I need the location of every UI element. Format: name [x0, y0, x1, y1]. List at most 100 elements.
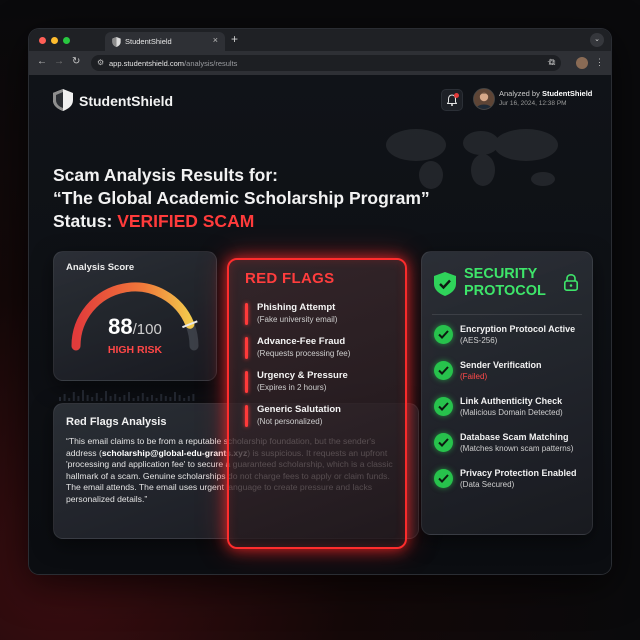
decor-bar [183, 398, 186, 401]
red-flag-name: Phishing Attempt [257, 302, 336, 313]
red-flag-marker [245, 405, 248, 427]
decor-bar [141, 393, 144, 401]
decor-bar [114, 394, 117, 401]
browser-window: StudentShield × + ⌄ ← → ↻ ⚙ app.students… [29, 29, 611, 574]
security-check-detail: (Malicious Domain Detected) [460, 408, 563, 417]
close-tab-icon[interactable]: × [213, 35, 218, 45]
red-flag-name: Advance-Fee Fraud [257, 336, 346, 347]
analysis-title: Red Flags Analysis [66, 416, 167, 428]
close-window-dot[interactable] [39, 37, 46, 44]
decor-bar [100, 398, 103, 401]
red-flag-name: Urgency & Pressure [257, 370, 348, 381]
red-flags-card: RED FLAGS Phishing Attempt (Fake univers… [227, 258, 407, 549]
tab-search-chevron-icon[interactable]: ⌄ [590, 33, 604, 47]
decor-bar [118, 397, 121, 401]
notifications-button[interactable] [441, 89, 463, 111]
decor-bar [174, 392, 176, 401]
brand-name: StudentShield [79, 93, 174, 109]
notification-badge [454, 93, 459, 98]
decor-bar [146, 397, 149, 401]
decor-bar [132, 398, 135, 401]
maximize-window-dot[interactable] [63, 37, 70, 44]
profile-avatar-icon[interactable] [576, 57, 588, 69]
decor-bar [72, 392, 75, 401]
decor-bar [164, 396, 167, 401]
url-path: /analysis/results [184, 59, 238, 68]
risk-level: HIGH RISK [107, 344, 163, 356]
decor-bar [123, 395, 126, 401]
decor-bar [128, 392, 130, 401]
page-title-line2: “The Global Academic Scholarship Program… [53, 188, 430, 208]
decor-bar [178, 395, 181, 401]
decor-bar [77, 396, 80, 401]
decor-bar [137, 396, 140, 401]
decor-bar [59, 397, 61, 401]
analyzed-by: Analyzed by StudentShield [499, 89, 592, 98]
audio-bars-decoration [59, 390, 195, 401]
decor-bar [91, 397, 94, 401]
analysis-timestamp: Jur 16, 2024, 12:38 PM [499, 100, 567, 107]
analysis-score-card: Analysis Score 88/100 HIGH RISK [53, 251, 217, 381]
decor-bar [95, 393, 98, 401]
new-tab-button[interactable]: + [231, 32, 238, 46]
forward-icon[interactable]: → [54, 56, 64, 67]
more-menu-icon[interactable]: ⋮ [595, 57, 604, 68]
security-check-name: Link Authenticity Check [460, 396, 563, 406]
browser-tab[interactable]: StudentShield × [105, 32, 225, 51]
decor-bar [187, 396, 190, 401]
reload-icon[interactable]: ↻ [72, 56, 80, 67]
decor-bar [109, 396, 112, 401]
security-divider [432, 314, 582, 315]
url-field[interactable]: ⚙ app.studentshield.com/analysis/results… [91, 55, 561, 71]
lock-icon [564, 274, 578, 291]
person-icon [474, 89, 494, 109]
analyzed-by-name: StudentShield [541, 89, 593, 98]
check-icon [434, 325, 453, 344]
security-check-name: Privacy Protection Enabled [460, 468, 577, 478]
url-text: app.studentshield.com/analysis/results [109, 59, 237, 68]
status-line: Status: VERIFIED SCAM [53, 211, 254, 232]
red-flag-marker [245, 303, 248, 325]
security-protocol-card: SECURITY PROTOCOL Encryption Protocol Act… [421, 251, 593, 535]
decor-bar [192, 394, 195, 401]
shield-icon [112, 37, 121, 47]
security-title-line2: PROTOCOL [464, 283, 546, 299]
back-icon[interactable]: ← [37, 56, 47, 67]
security-title: SECURITY PROTOCOL [464, 266, 546, 300]
score-value: 88/100 [54, 314, 216, 340]
security-check-name: Encryption Protocol Active [460, 324, 576, 334]
security-check-detail: (AES-256) [460, 336, 498, 345]
page-content: StudentShield Analyzed by StudentShield … [29, 75, 611, 574]
user-avatar[interactable] [473, 88, 495, 110]
check-icon [434, 433, 453, 452]
score-number: 88 [108, 314, 133, 339]
red-flag-name: Generic Salutation [257, 404, 341, 415]
extensions-icon[interactable]: ⧉ [549, 57, 555, 68]
red-flag-detail: (Not personalized) [257, 417, 323, 426]
tab-title: StudentShield [125, 37, 172, 46]
security-check-detail: (Data Secured) [460, 480, 515, 489]
minimize-window-dot[interactable] [51, 37, 58, 44]
red-flags-title: RED FLAGS [245, 270, 335, 287]
status-label: Status: [53, 211, 118, 231]
address-bar: ← → ↻ ⚙ app.studentshield.com/analysis/r… [29, 51, 611, 76]
studentshield-logo-icon [53, 89, 73, 111]
security-check-name: Database Scam Matching [460, 432, 569, 442]
decor-bar [63, 394, 66, 401]
decor-bar [151, 395, 153, 401]
url-host: app.studentshield.com [109, 59, 185, 68]
site-settings-icon[interactable]: ⚙ [97, 58, 104, 67]
world-map-decoration [386, 129, 558, 189]
analyzed-prefix: Analyzed by [499, 89, 542, 98]
security-title-line1: SECURITY [464, 266, 538, 282]
decor-bar [68, 398, 71, 401]
red-flag-detail: (Expires in 2 hours) [257, 383, 327, 392]
decor-bar [82, 390, 84, 401]
status-badge: VERIFIED SCAM [117, 211, 255, 231]
score-max: /100 [132, 321, 162, 338]
tab-bar: StudentShield × + ⌄ [29, 29, 611, 51]
security-check-detail: (Matches known scam patterns) [460, 444, 574, 453]
page-title-line1: Scam Analysis Results for: [53, 165, 278, 185]
security-check-detail: (Failed) [460, 372, 488, 381]
decor-bar [105, 391, 107, 401]
